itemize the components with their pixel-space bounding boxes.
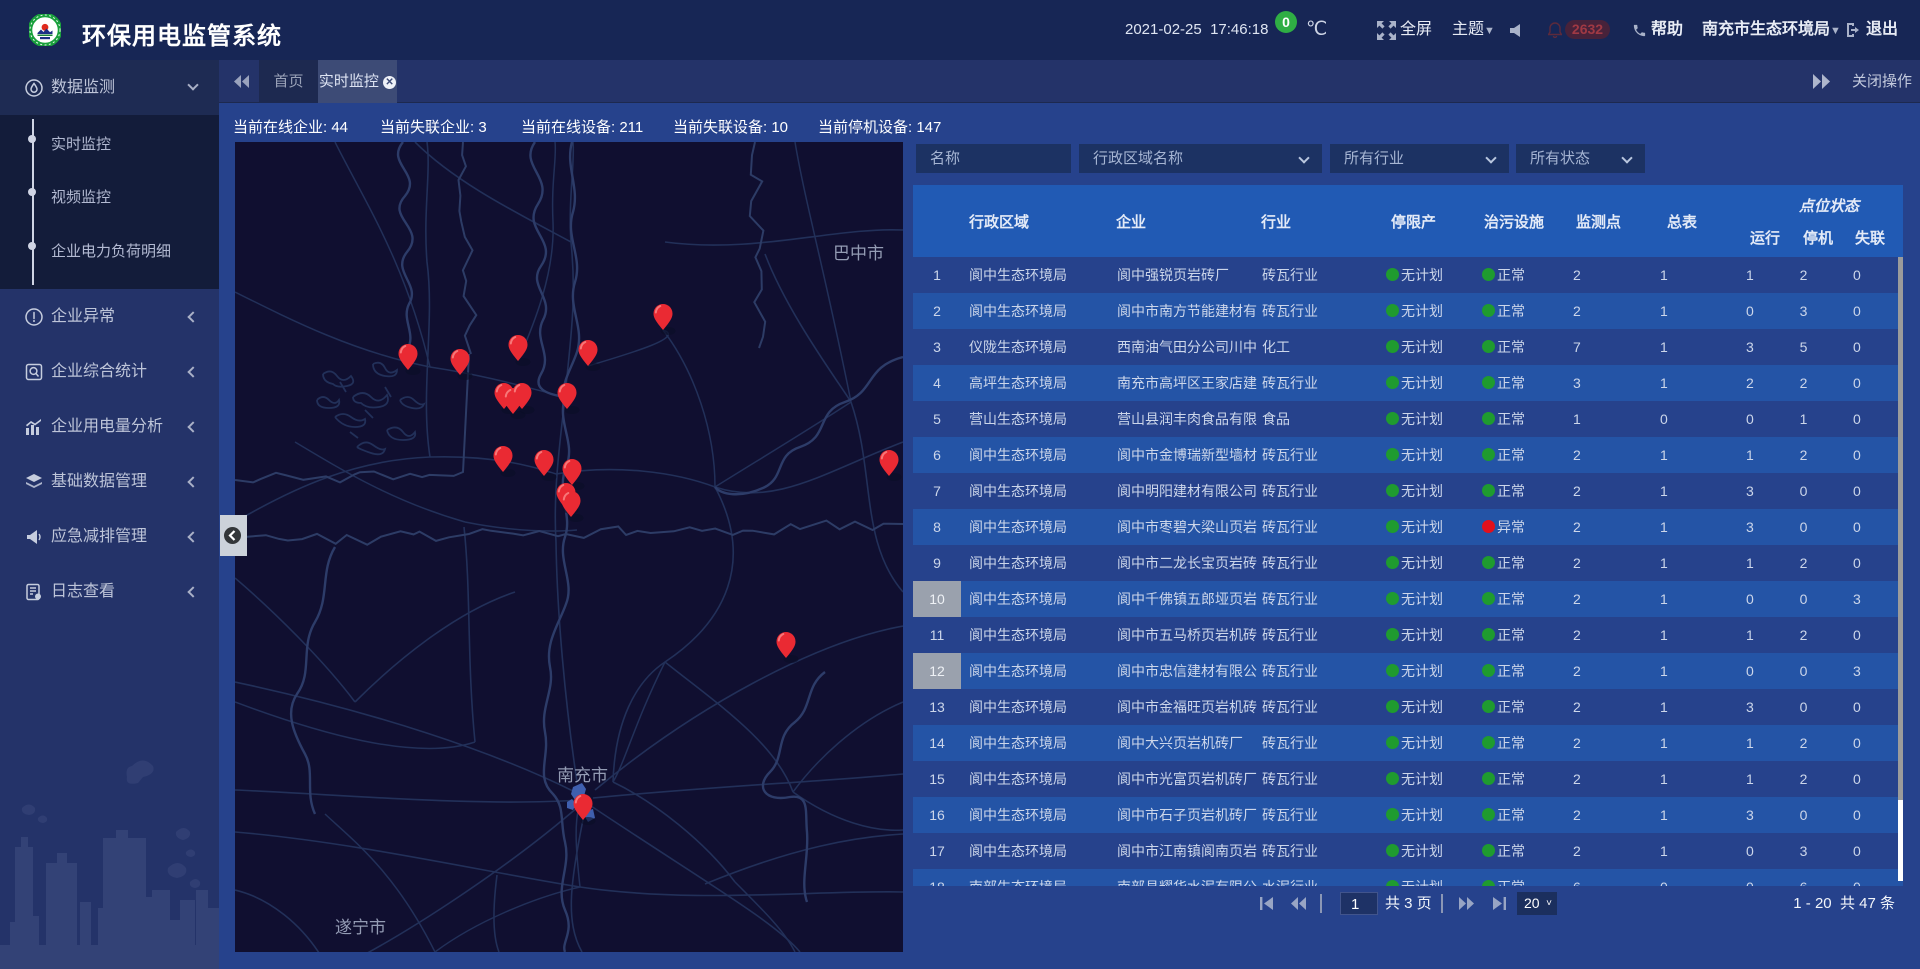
svg-text:巴中市: 巴中市 xyxy=(833,244,884,263)
svg-text:南充市: 南充市 xyxy=(557,766,608,785)
svg-text:遂宁市: 遂宁市 xyxy=(335,918,386,937)
